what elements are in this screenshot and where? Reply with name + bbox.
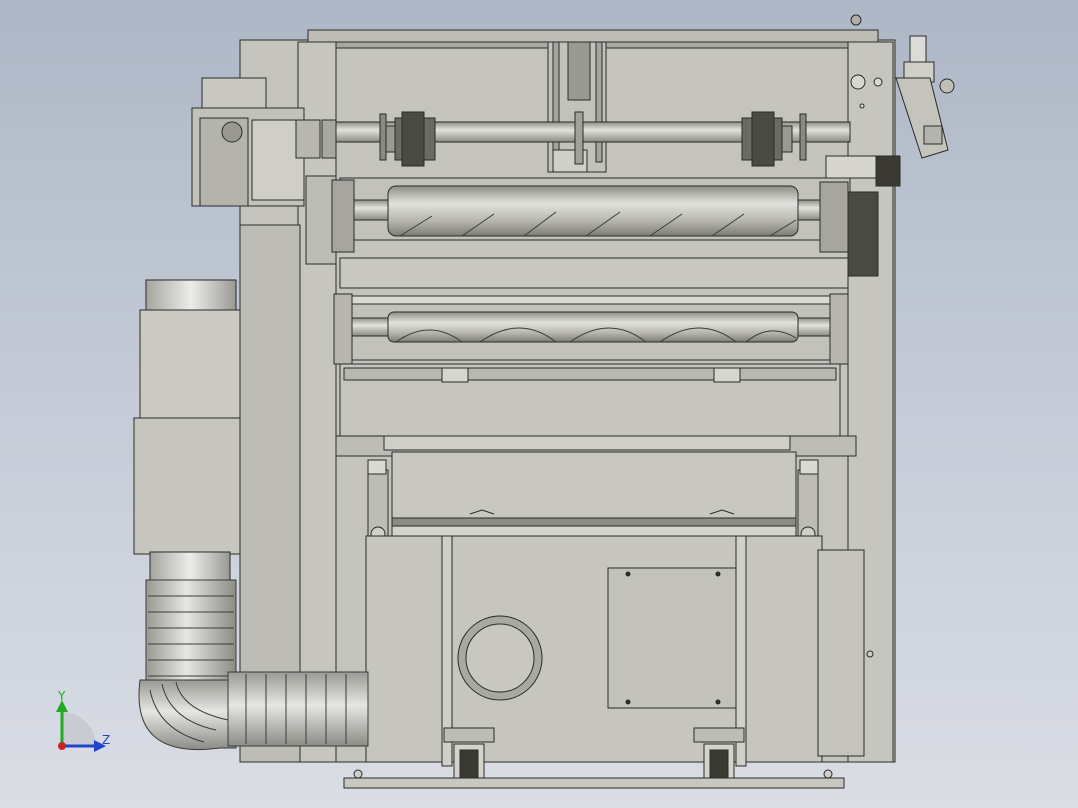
upper-spiral-roller [339,177,851,241]
base-rail [343,777,845,789]
cad-model-drawing[interactable]: Y Z [0,0,1078,808]
feed-tray [391,451,797,521]
suction-port-inner [465,623,535,693]
motor-junction-box [201,77,267,109]
air-filter-regulator [895,35,955,159]
right-brake-unit [847,191,879,277]
extraction-hopper-lower [133,417,241,555]
hood-latch-left [441,367,469,383]
top-cover-plate [307,29,879,43]
x-axis-point [58,742,66,750]
z-axis-label: Z [102,733,110,747]
lower-spiral-roller [339,303,849,361]
bottom-collection-box [365,535,823,763]
extraction-top-pipe [145,279,237,313]
cad-viewport[interactable]: Y Z [0,0,1078,808]
access-panel [607,567,737,709]
hood-latch-right [713,367,741,383]
coordinate-triad: Y Z [56,689,110,752]
right-side-cabinet [817,549,865,757]
extraction-hopper-upper [139,309,241,421]
y-axis-label: Y [57,689,66,703]
